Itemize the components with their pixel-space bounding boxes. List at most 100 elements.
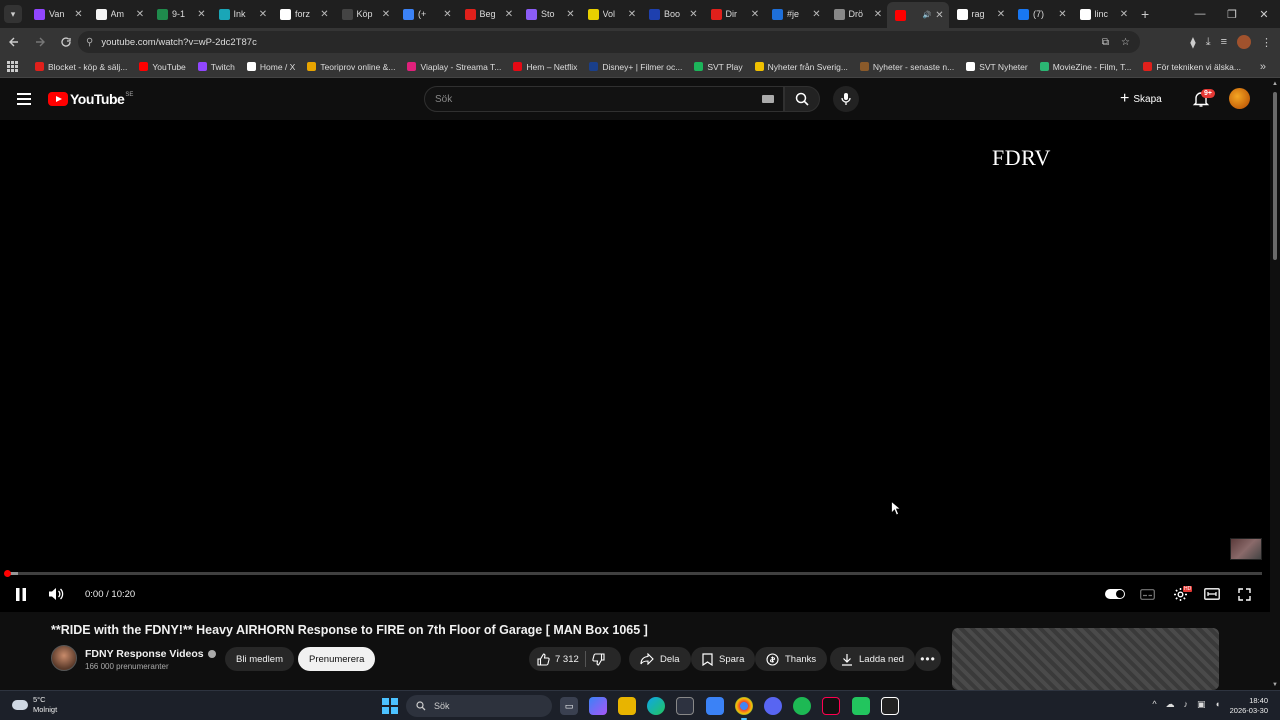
scrollbar-thumb[interactable] [1273, 92, 1277, 260]
search-input[interactable] [425, 87, 725, 111]
browser-tab[interactable]: Ink ✕ [211, 3, 273, 25]
tab-close-icon[interactable]: ✕ [935, 10, 945, 21]
bookmark-item[interactable]: SVT Play [688, 62, 748, 72]
page-scrollbar[interactable]: ▲ ▼ [1270, 78, 1280, 690]
edge-icon[interactable] [647, 697, 665, 715]
subscribe-button[interactable]: Prenumerera [298, 647, 376, 671]
search-button[interactable] [784, 86, 820, 112]
weather-widget[interactable]: 5°C Molnigt [12, 695, 57, 715]
tab-close-icon[interactable]: ✕ [320, 9, 330, 20]
youtube-logo[interactable]: YouTube SE [48, 91, 133, 107]
browser-tab[interactable]: Sto ✕ [518, 3, 580, 25]
browser-tab[interactable]: (+ ✕ [395, 3, 457, 25]
browser-tab[interactable]: Dir ✕ [703, 3, 765, 25]
more-actions-button[interactable]: ••• [915, 647, 941, 671]
speaker-icon[interactable]: ◖ [1215, 699, 1220, 710]
browser-tab[interactable]: Vol ✕ [580, 3, 642, 25]
tab-close-icon[interactable]: ✕ [135, 9, 145, 20]
share-button[interactable]: Dela [629, 647, 691, 671]
browser-tab[interactable]: Van ✕ [26, 3, 88, 25]
browser-tab[interactable]: Boo ✕ [641, 3, 703, 25]
microphone-tray-icon[interactable]: ♪ [1184, 699, 1189, 710]
store-icon[interactable] [676, 697, 694, 715]
extensions-icon[interactable]: ⧫ [1190, 36, 1195, 49]
browser-tab[interactable]: Köp ✕ [334, 3, 396, 25]
bookmark-item[interactable]: Teoriprov online &... [301, 62, 401, 72]
save-button[interactable]: Spara [691, 647, 756, 671]
bookmark-item[interactable]: Disney+ | Filmer oc... [583, 62, 688, 72]
browser-tab[interactable]: linc ✕ [1072, 3, 1134, 25]
tab-close-icon[interactable]: ✕ [74, 9, 84, 20]
tab-close-icon[interactable]: ✕ [627, 9, 637, 20]
tab-close-icon[interactable]: ✕ [1058, 9, 1068, 20]
media-control-icon[interactable]: ≡ [1221, 36, 1227, 48]
network-icon[interactable]: ▣ [1197, 699, 1206, 710]
tab-close-icon[interactable]: ✕ [504, 9, 514, 20]
tab-close-icon[interactable]: ✕ [443, 9, 453, 20]
create-button[interactable]: + Skapa [1120, 88, 1162, 110]
download-button[interactable]: Ladda ned [830, 647, 915, 671]
browser-tab[interactable]: Am ✕ [88, 3, 150, 25]
onedrive-icon[interactable]: ☁ [1166, 699, 1175, 710]
browser-tab[interactable]: (7) ✕ [1010, 3, 1072, 25]
profile-avatar[interactable] [1237, 35, 1251, 49]
browser-tab[interactable]: forz ✕ [272, 3, 334, 25]
sidebar-thumbnail[interactable] [952, 628, 1219, 690]
task-view-icon[interactable]: ▭ [560, 697, 578, 715]
bookmarks-overflow-icon[interactable]: » [1260, 61, 1266, 73]
bookmark-item[interactable]: YouTube [133, 62, 191, 72]
miniplayer-button[interactable] [1202, 584, 1222, 604]
end-screen-thumbnail[interactable] [1230, 538, 1262, 560]
tab-close-icon[interactable]: ✕ [1119, 9, 1129, 20]
bookmark-item[interactable]: SVT Nyheter [960, 62, 1034, 72]
bookmark-star-icon[interactable]: ☆ [1121, 37, 1130, 48]
bookmark-item[interactable]: För tekniken vi älska... [1137, 62, 1247, 72]
tab-close-icon[interactable]: ✕ [873, 9, 883, 20]
tab-close-icon[interactable]: ✕ [689, 9, 699, 20]
tray-overflow-icon[interactable]: ^ [1152, 699, 1156, 710]
start-button[interactable] [382, 698, 398, 714]
reload-button[interactable] [54, 30, 78, 54]
hamburger-menu-icon[interactable] [17, 93, 31, 105]
bookmark-item[interactable]: Nyheter från Sverig... [749, 62, 854, 72]
bookmark-item[interactable]: Blocket - köp & sälj... [29, 62, 133, 72]
roblox-icon[interactable] [881, 697, 899, 715]
bookmark-item[interactable]: MovieZine - Film, T... [1034, 62, 1138, 72]
bookmark-item[interactable]: Nyheter - senaste n... [854, 62, 960, 72]
account-avatar[interactable] [1229, 88, 1250, 109]
scroll-up-icon[interactable]: ▲ [1272, 81, 1278, 87]
tab-close-icon[interactable]: ✕ [381, 9, 391, 20]
bookmark-item[interactable]: Twitch [192, 62, 241, 72]
browser-tab[interactable]: 9-1 ✕ [149, 3, 211, 25]
browser-tab[interactable]: Drö ✕ [826, 3, 888, 25]
join-button[interactable]: Bli medlem [225, 647, 294, 671]
video-player[interactable]: FDRV 0:00 / 10:20 HD [0, 120, 1270, 612]
pause-button[interactable] [12, 584, 30, 604]
clock[interactable]: 18:40 2026-03-30 [1230, 696, 1268, 716]
tab-close-icon[interactable]: ✕ [812, 9, 822, 20]
apps-grid-icon[interactable] [7, 60, 19, 73]
thanks-button[interactable]: Thanks [755, 647, 828, 671]
scroll-down-icon[interactable]: ▼ [1272, 682, 1278, 688]
menu-kebab-icon[interactable]: ⋮ [1261, 36, 1272, 49]
maximize-button[interactable]: ❐ [1216, 0, 1248, 28]
bookmark-item[interactable]: Viaplay - Streama T... [401, 62, 507, 72]
address-bar[interactable]: ⚲ youtube.com/watch?v=wP-2dc2T87c ⧉ ☆ [78, 31, 1140, 53]
browser-tab[interactable]: #je ✕ [764, 3, 826, 25]
browser-tab[interactable]: Beg ✕ [457, 3, 519, 25]
tab-close-icon[interactable]: ✕ [197, 9, 207, 20]
close-window-button[interactable]: ✕ [1248, 0, 1280, 28]
keyboard-icon[interactable] [762, 95, 774, 103]
copilot-icon[interactable] [589, 697, 607, 715]
xbox-app-icon[interactable] [852, 697, 870, 715]
mute-button[interactable] [46, 584, 66, 604]
site-info-icon[interactable]: ⚲ [86, 37, 93, 48]
tiktok-icon[interactable] [822, 697, 840, 715]
file-explorer-icon[interactable] [618, 697, 636, 715]
channel-name[interactable]: FDNY Response Videos [85, 648, 216, 660]
back-button[interactable] [2, 30, 26, 54]
voice-search-button[interactable] [833, 86, 859, 112]
progress-scrubber[interactable] [4, 570, 11, 577]
download-icon[interactable]: ⤓ [1206, 36, 1211, 49]
install-app-icon[interactable]: ⧉ [1102, 37, 1109, 48]
